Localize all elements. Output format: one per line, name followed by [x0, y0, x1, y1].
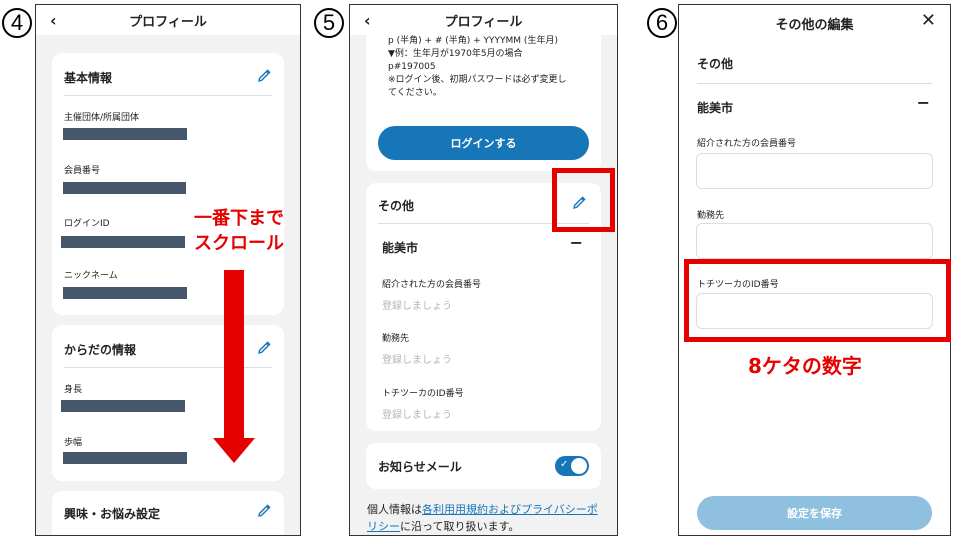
step-number-4: 4: [2, 8, 32, 38]
section-title: その他: [697, 57, 734, 71]
page-title: プロフィール: [129, 14, 207, 30]
page-title: プロフィール: [444, 14, 523, 30]
step-number-5: 5: [314, 8, 344, 38]
interests-card: 興味・お悩み設定: [52, 491, 284, 535]
notify-mail-label: お知らせメール: [378, 460, 462, 474]
divider: [64, 95, 272, 96]
profile-screen-top: ‹ プロフィール 基本情報 主催団体/所属団体 会員番号 ログインID ニックネ…: [35, 4, 301, 536]
field-label-tochitsuka-id: トチツーカのID番号: [382, 389, 464, 399]
edit-pencil-icon[interactable]: [256, 68, 272, 84]
section-title: 興味・お悩み設定: [64, 507, 161, 521]
basic-info-card: 基本情報 主催団体/所属団体 会員番号 ログインID ニックネーム: [52, 53, 284, 315]
edit-pencil-icon[interactable]: [256, 503, 272, 519]
privacy-policy-text: 個人情報は各利用用規約およびプライバシーポリシーに沿って取り扱います。: [367, 501, 607, 535]
field-placeholder: 登録しましょう: [382, 410, 452, 421]
profile-screen-bottom: p (半角) + # (半角) + YYYYMM (生年月) ▼例：生年月が19…: [349, 4, 618, 536]
header: ‹ プロフィール: [36, 5, 300, 35]
field-label-member-number: 会員番号: [64, 166, 101, 176]
scroll-instruction: 一番下まで スクロール: [182, 206, 296, 256]
redacted-value: [63, 182, 186, 194]
section-title: 基本情報: [64, 71, 113, 85]
redacted-value: [61, 236, 185, 248]
note-line: p (半角) + # (半角) + YYYYMM (生年月): [388, 36, 558, 46]
page-title: その他の編集: [775, 17, 854, 33]
check-icon: ✓: [560, 459, 569, 470]
field-label-referrer-number: 紹介された方の会員番号: [382, 280, 482, 290]
redacted-value: [63, 452, 187, 464]
highlight-edit-button: [552, 168, 615, 232]
note-line: てください。: [388, 88, 442, 98]
field-label-workplace: 勤務先: [697, 211, 725, 221]
back-chevron-icon[interactable]: ‹: [364, 11, 371, 30]
field-label-stride: 歩幅: [64, 438, 83, 448]
scroll-instruction-line-2: スクロール: [194, 233, 284, 254]
policy-text-after: に沿って取り扱います。: [400, 520, 520, 533]
field-label-referrer-number: 紹介された方の会員番号: [697, 139, 797, 149]
login-button[interactable]: ログインする: [378, 126, 589, 160]
id-digits-annotation: 8ケタの数字: [748, 354, 862, 378]
collapse-minus-icon[interactable]: −: [570, 233, 583, 252]
note-line: p#197005: [388, 62, 436, 72]
referrer-number-input[interactable]: [696, 153, 933, 189]
policy-text-before: 個人情報は: [367, 503, 422, 516]
toggle-knob: [571, 458, 587, 474]
header: ‹ プロフィール: [350, 5, 617, 35]
field-label-nickname: ニックネーム: [64, 271, 118, 281]
edit-pencil-icon[interactable]: [256, 340, 272, 356]
step-number-6: 6: [647, 8, 677, 38]
scroll-instruction-line-1: 一番下まで: [194, 208, 284, 229]
field-placeholder: 登録しましょう: [382, 301, 452, 312]
redacted-value: [61, 400, 185, 412]
scroll-down-arrow-icon: [224, 270, 244, 440]
group-title: 能美市: [382, 241, 419, 255]
field-label-organization: 主催団体/所属団体: [64, 113, 140, 123]
section-title: からだの情報: [64, 343, 137, 357]
header: その他の編集 ✕: [679, 5, 950, 41]
field-label-height: 身長: [64, 385, 83, 395]
divider: [697, 83, 932, 84]
back-chevron-icon[interactable]: ‹: [50, 11, 57, 30]
redacted-value: [63, 128, 187, 140]
close-icon[interactable]: ✕: [921, 10, 936, 31]
section-title: その他: [378, 199, 415, 213]
workplace-input[interactable]: [696, 223, 933, 259]
notify-mail-toggle[interactable]: ✓: [555, 456, 589, 476]
scroll-down-arrowhead-icon: [213, 438, 255, 463]
password-note: p (半角) + # (半角) + YYYYMM (生年月) ▼例：生年月が19…: [388, 35, 608, 100]
highlight-id-field: [684, 259, 951, 342]
save-settings-button[interactable]: 設定を保存: [697, 496, 932, 530]
field-label-login-id: ログインID: [64, 219, 110, 229]
group-title: 能美市: [697, 101, 734, 115]
notify-mail-card: お知らせメール ✓: [366, 443, 601, 489]
note-line: ▼例：生年月が1970年5月の場合: [388, 49, 523, 59]
field-placeholder: 登録しましょう: [382, 355, 452, 366]
redacted-value: [63, 287, 187, 299]
collapse-minus-icon[interactable]: −: [917, 93, 930, 112]
note-line: ※ログイン後、初期パスワードは必ず変更し: [388, 75, 567, 85]
field-label-workplace: 勤務先: [382, 334, 410, 344]
